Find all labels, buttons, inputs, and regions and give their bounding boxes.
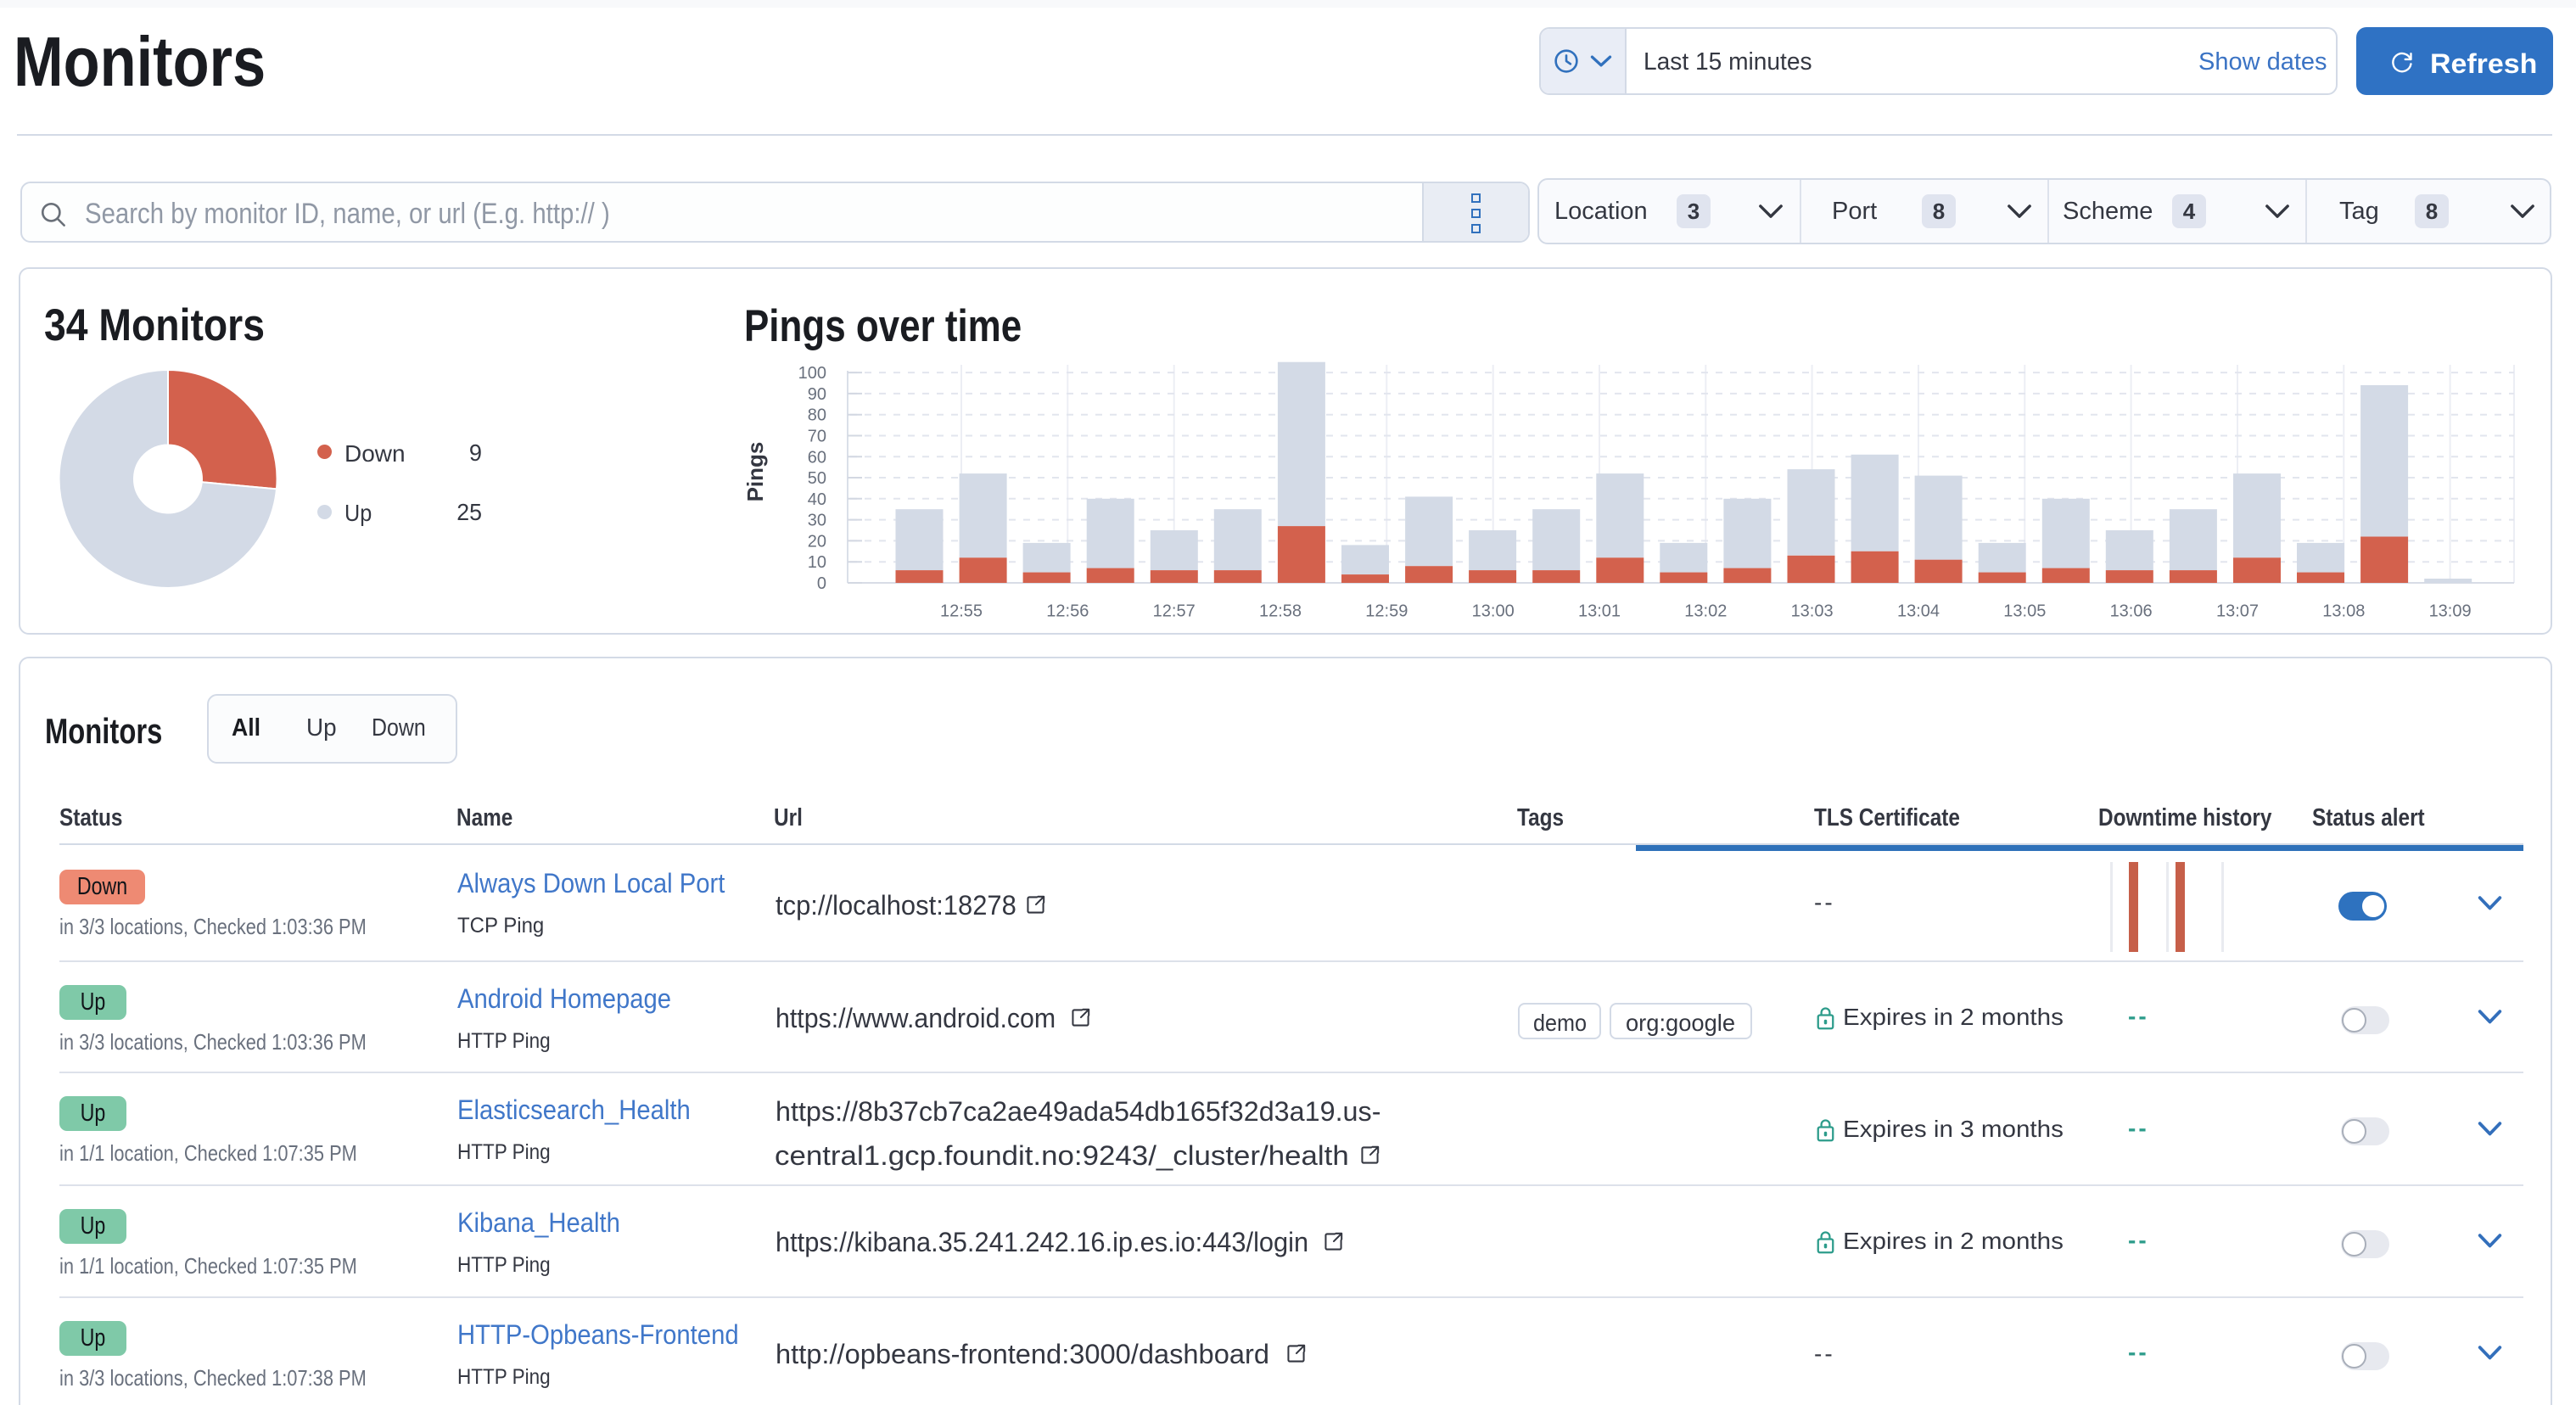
svg-text:50: 50	[808, 469, 826, 488]
svg-text:12:56: 12:56	[1046, 602, 1089, 621]
svg-text:70: 70	[808, 428, 826, 446]
svg-text:30: 30	[808, 512, 826, 530]
svg-text:80: 80	[808, 406, 826, 425]
svg-text:13:06: 13:06	[2110, 602, 2153, 621]
svg-text:13:01: 13:01	[1578, 602, 1621, 621]
svg-text:40: 40	[808, 490, 826, 509]
svg-text:13:04: 13:04	[1897, 602, 1940, 621]
svg-text:10: 10	[808, 553, 826, 572]
svg-text:13:07: 13:07	[2216, 602, 2259, 621]
svg-text:20: 20	[808, 532, 826, 551]
svg-text:13:00: 13:00	[1472, 602, 1515, 621]
svg-text:13:03: 13:03	[1791, 602, 1834, 621]
svg-text:90: 90	[808, 385, 826, 404]
svg-text:0: 0	[817, 574, 826, 593]
svg-text:Pings: Pings	[742, 442, 768, 502]
svg-text:12:58: 12:58	[1259, 602, 1302, 621]
svg-text:12:55: 12:55	[940, 602, 983, 621]
svg-text:12:57: 12:57	[1153, 602, 1196, 621]
svg-text:13:05: 13:05	[2003, 602, 2046, 621]
svg-text:13:02: 13:02	[1684, 602, 1727, 621]
svg-text:12:59: 12:59	[1365, 602, 1408, 621]
svg-text:100: 100	[798, 364, 826, 383]
svg-text:60: 60	[808, 448, 826, 467]
svg-text:13:09: 13:09	[2429, 602, 2472, 621]
svg-text:13:08: 13:08	[2322, 602, 2365, 621]
